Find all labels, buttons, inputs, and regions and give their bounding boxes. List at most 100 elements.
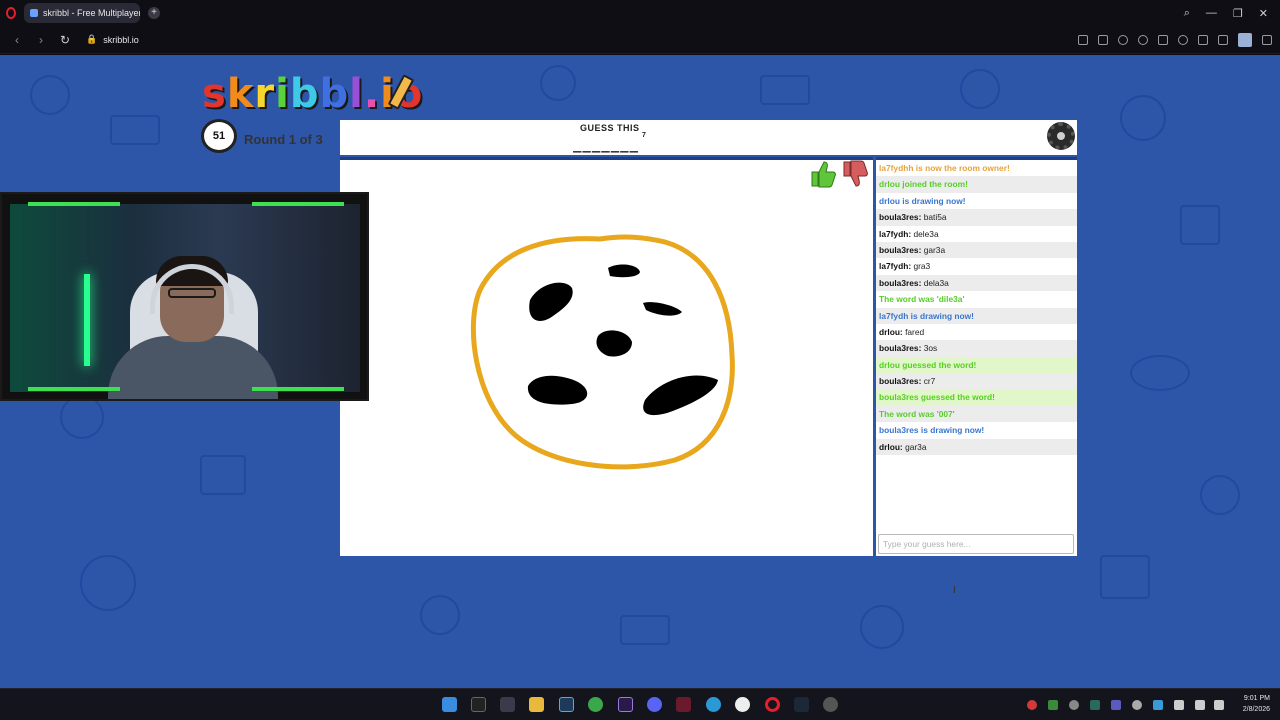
thumbs-down-icon[interactable] — [840, 160, 868, 188]
thumbs-up-icon[interactable] — [808, 160, 836, 188]
chat-text: dela3a — [923, 277, 949, 288]
chat-panel: la7fydhh is now the room owner! drlou joi… — [876, 157, 1077, 556]
heart-icon[interactable] — [1178, 34, 1188, 45]
background-doodle — [620, 615, 670, 645]
chat-username: boula3res: — [879, 244, 922, 255]
skribbl-logo: skribbl.io — [202, 71, 424, 117]
webcam-feed — [10, 204, 360, 399]
edit-icon[interactable] — [1078, 34, 1088, 45]
chat-system-text: boula3res guessed the word! — [879, 392, 995, 403]
opera-icon[interactable] — [765, 697, 780, 712]
chat-text: gra3 — [913, 261, 931, 272]
search-icon[interactable]: ⌕ — [1184, 7, 1190, 20]
browser-tab-skribbl[interactable]: skribbl - Free Multiplayer × — [24, 3, 140, 23]
discord-icon[interactable] — [647, 697, 662, 712]
address-bar: ‹ › ↻ 🔒 skribbl.io — [0, 26, 1280, 54]
chat-system-text: The word was '007' — [879, 408, 955, 419]
background-doodle — [960, 69, 1000, 109]
menu-icon[interactable] — [1218, 34, 1228, 45]
chat-message: la7fydh: gra3 — [876, 258, 1077, 274]
clock[interactable]: 9:01 PM 2/8/2026 — [1243, 693, 1270, 715]
tray-icon[interactable] — [1132, 700, 1142, 710]
file-explorer-icon[interactable] — [529, 697, 544, 712]
camera-icon[interactable] — [1098, 34, 1108, 45]
tray-icon[interactable] — [1111, 700, 1121, 710]
new-tab-button[interactable]: + — [148, 7, 160, 19]
chat-text: dele3a — [913, 228, 939, 239]
chat-system-text: drlou guessed the word! — [879, 359, 977, 370]
chat-username: la7fydh: — [879, 228, 912, 239]
chat-text: bati5a — [923, 212, 947, 223]
tray-icon[interactable] — [1153, 700, 1163, 710]
drawing-blob-1 — [529, 282, 573, 321]
background-doodle — [1120, 95, 1166, 141]
lightroom-icon[interactable] — [559, 697, 574, 712]
chat-message: boula3res: gar3a — [876, 241, 1077, 259]
network-icon[interactable] — [1195, 700, 1205, 710]
forward-arrow-icon[interactable]: › — [34, 33, 48, 47]
chat-message: boula3res: 3os — [876, 340, 1077, 357]
chat-system-text: The word was 'dile3a' — [879, 294, 965, 305]
download-icon[interactable] — [1198, 34, 1208, 45]
minimize-button[interactable]: — — [1206, 7, 1217, 19]
chat-system-text: boula3res is drawing now! — [879, 425, 985, 436]
profile-icon[interactable] — [1238, 32, 1252, 47]
webcam-frame-bar — [252, 387, 344, 391]
app-icon[interactable] — [676, 697, 691, 712]
chat-username: drlou: — [879, 326, 903, 337]
chat-message: boula3res: bati5a — [876, 209, 1077, 226]
background-doodle — [420, 595, 460, 635]
chat-system-text: la7fydh is drawing now! — [879, 310, 974, 321]
background-doodle — [760, 75, 810, 105]
chat-text: fared — [905, 326, 925, 337]
clock-time: 9:01 PM — [1243, 695, 1270, 702]
reload-icon[interactable]: ↻ — [58, 33, 72, 47]
webcam-overlay — [0, 192, 369, 401]
chat-message: drlou guessed the word! — [876, 356, 1077, 374]
settings-gear-icon[interactable] — [1047, 122, 1075, 150]
maximize-button[interactable]: ❐ — [1233, 7, 1243, 20]
app-icon[interactable] — [735, 697, 750, 712]
drawing-canvas[interactable] — [340, 157, 873, 556]
extension-icon[interactable] — [1138, 34, 1148, 45]
cube-icon[interactable] — [1262, 34, 1272, 45]
tray-icon[interactable] — [1048, 700, 1058, 710]
window-controls: ⌕ — ❐ ✕ — [1184, 7, 1268, 20]
steam-icon[interactable] — [794, 697, 809, 712]
drawing-blob-5 — [527, 375, 588, 405]
premiere-icon[interactable] — [618, 697, 633, 712]
chat-system-text: drlou joined the room! — [879, 179, 968, 190]
tray-icon[interactable] — [1090, 700, 1100, 710]
chat-message: drlou: fared — [876, 324, 1077, 340]
close-window-button[interactable]: ✕ — [1259, 7, 1268, 20]
chat-username: la7fydh: — [879, 261, 912, 272]
background-doodle — [1200, 475, 1240, 515]
background-doodle — [60, 395, 104, 439]
microphone-icon[interactable] — [1174, 700, 1184, 710]
chat-message: la7fydh: dele3a — [876, 226, 1077, 242]
guess-input[interactable] — [878, 534, 1074, 554]
volume-icon[interactable] — [1214, 700, 1224, 710]
telegram-icon[interactable] — [706, 697, 721, 712]
windows-start-icon[interactable] — [442, 697, 457, 712]
browser-tab-bar: skribbl - Free Multiplayer × + ⌕ — ❐ ✕ — [0, 0, 1280, 26]
lock-icon: 🔒 — [86, 34, 98, 44]
play-icon[interactable] — [1158, 34, 1168, 45]
chat-username: boula3res: — [879, 212, 922, 223]
shield-icon[interactable] — [1118, 34, 1128, 45]
background-doodle — [80, 555, 136, 611]
drawing-svg — [470, 234, 735, 470]
epic-games-icon[interactable] — [471, 697, 486, 712]
clock-date: 2/8/2026 — [1242, 706, 1270, 713]
xbox-icon[interactable] — [588, 697, 603, 712]
chat-message: la7fydh is drawing now! — [876, 307, 1077, 324]
back-arrow-icon[interactable]: ‹ — [10, 33, 24, 47]
url-field[interactable]: skribbl.io — [103, 35, 139, 45]
opera-logo-icon[interactable] — [6, 7, 16, 19]
background-doodle — [200, 455, 246, 495]
app-icon[interactable] — [500, 697, 515, 712]
tray-icon[interactable] — [1027, 700, 1037, 710]
chat-text: gar3a — [923, 244, 946, 255]
tray-icon[interactable] — [1069, 700, 1079, 710]
app-icon[interactable] — [823, 697, 838, 712]
